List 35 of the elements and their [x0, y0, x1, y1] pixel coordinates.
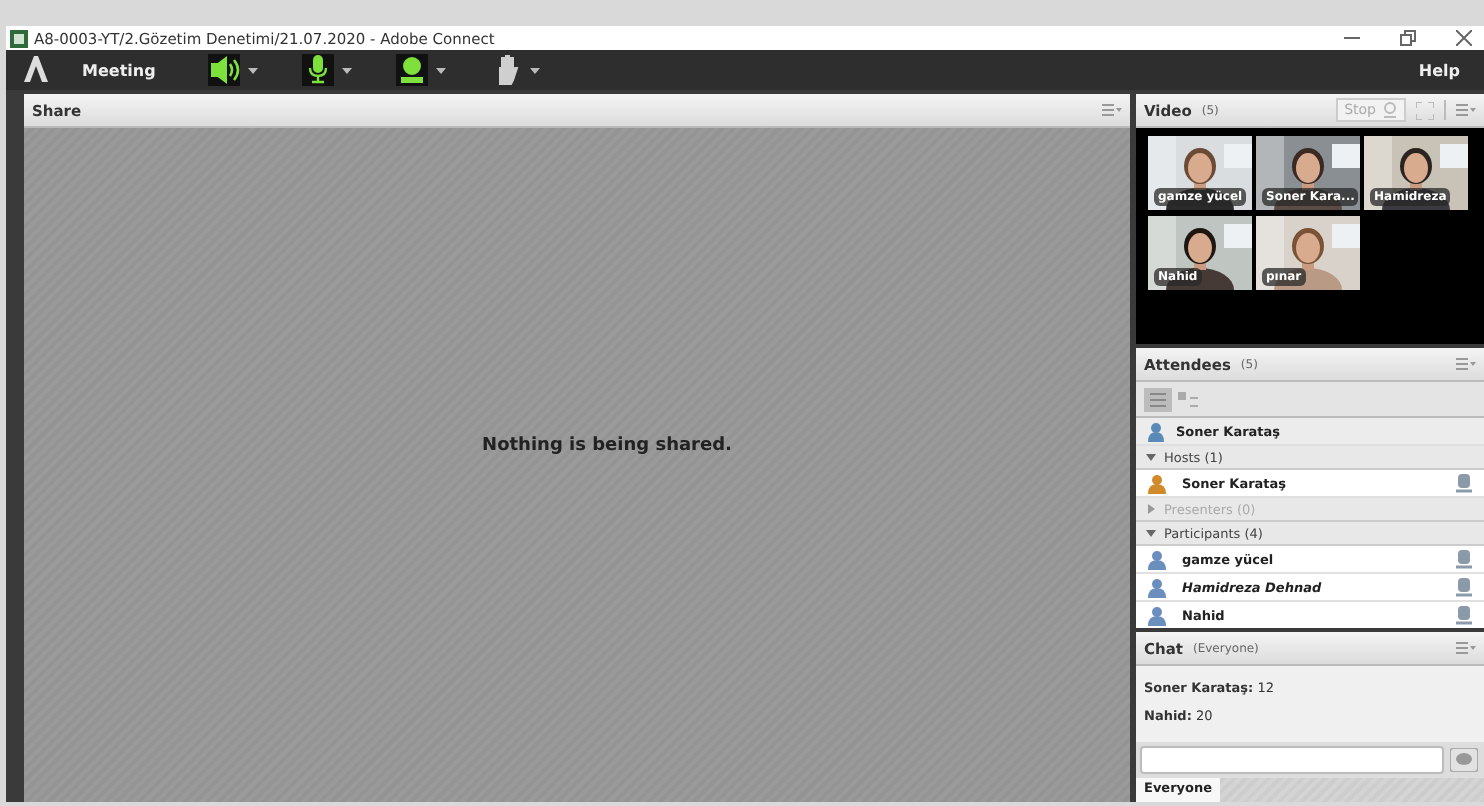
microphone-icon	[1456, 473, 1472, 493]
pod-menu-icon[interactable]	[1102, 104, 1122, 116]
collapsed-icon	[1146, 504, 1156, 514]
microphone-icon	[1456, 549, 1472, 569]
caret-icon	[529, 67, 540, 73]
expanded-icon	[1146, 452, 1156, 462]
user-status-icon	[1148, 421, 1168, 441]
caret-icon	[247, 67, 258, 73]
participant-icon	[1148, 605, 1166, 625]
fullscreen-icon[interactable]	[1416, 101, 1434, 119]
expanded-icon	[1146, 528, 1156, 538]
menu-item[interactable]: Meeting	[66, 61, 172, 79]
microphone-icon	[301, 54, 334, 86]
restore-icon[interactable]	[1400, 30, 1416, 46]
speaker-icon	[207, 54, 240, 86]
chat-input-field[interactable]	[1140, 746, 1444, 774]
pod-menu-icon[interactable]	[1456, 642, 1476, 654]
send-icon[interactable]	[1450, 748, 1478, 772]
microphone-icon	[1456, 605, 1472, 625]
microphone-icon	[1456, 577, 1472, 597]
participant-icon	[1148, 577, 1166, 597]
webcam-icon	[395, 54, 428, 86]
app-icon	[10, 29, 28, 47]
host-icon	[1148, 473, 1166, 493]
webcam-icon	[1382, 102, 1398, 118]
status-view-icon[interactable]	[1174, 387, 1202, 411]
list-view-icon[interactable]	[1144, 387, 1172, 411]
pod-menu-icon[interactable]	[1456, 104, 1476, 116]
help-menu[interactable]: Help	[1402, 61, 1476, 79]
pod-menu-icon[interactable]	[1456, 358, 1476, 370]
caret-icon	[341, 67, 352, 73]
participant-icon	[1148, 549, 1166, 569]
caret-icon	[435, 67, 446, 73]
close-icon[interactable]	[1456, 30, 1472, 46]
status-message: Nothing is being shared.	[482, 435, 732, 455]
